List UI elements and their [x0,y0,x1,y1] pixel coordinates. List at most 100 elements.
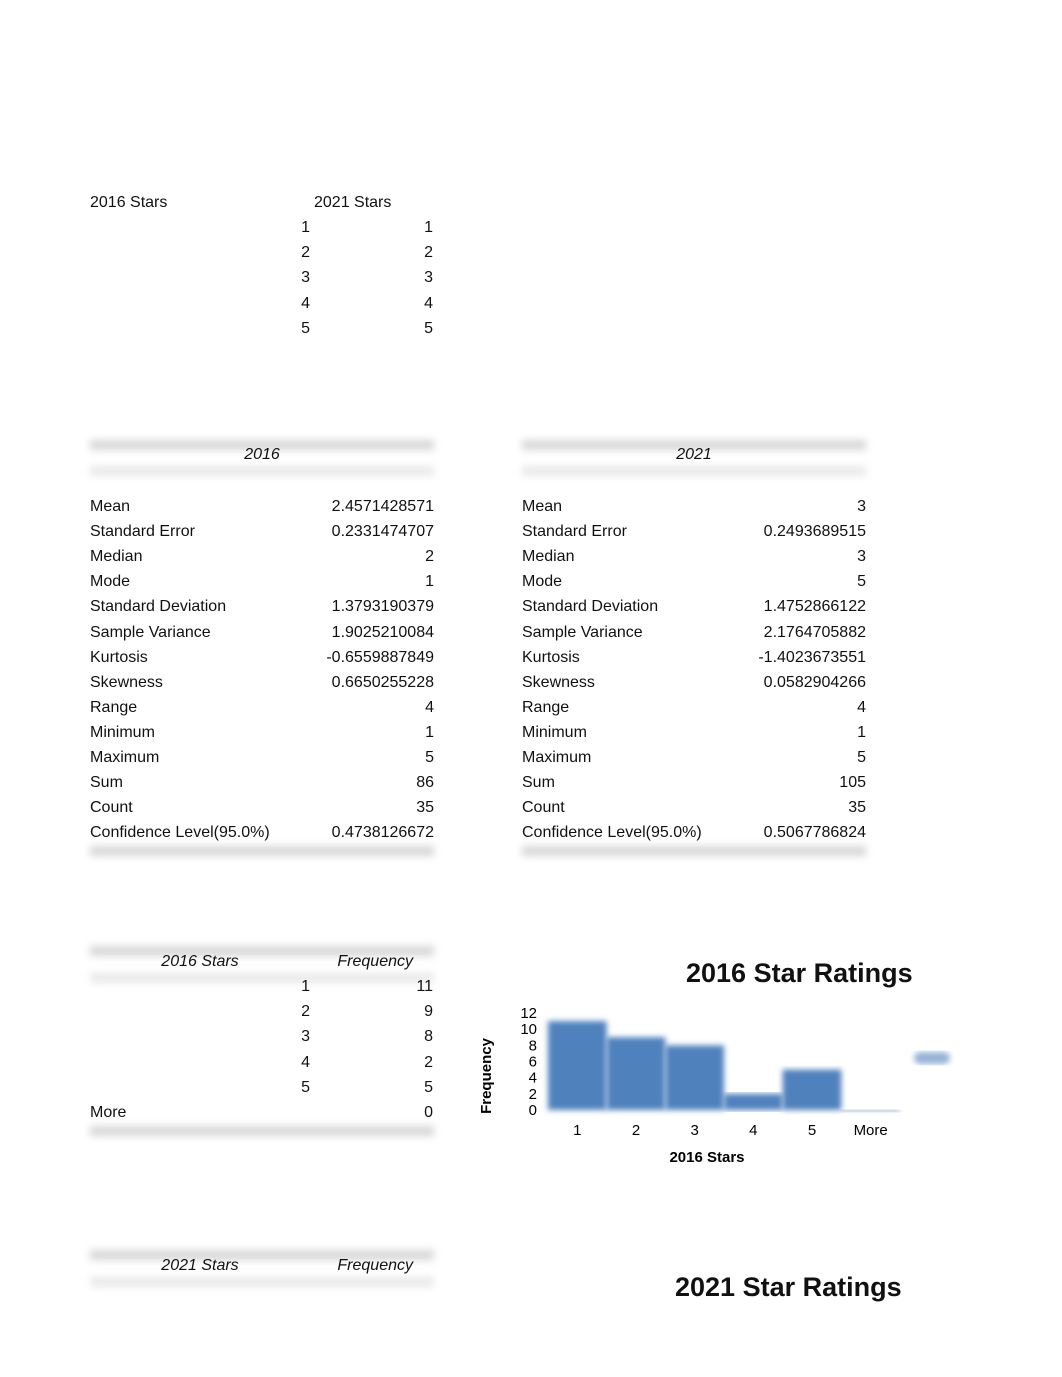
stat-value: 0.6650255228 [331,673,434,691]
stat-label: Skewness [522,673,595,691]
freq-count: 9 [424,1003,433,1021]
stat-label: Kurtosis [522,648,580,666]
freq-bin: 5 [301,1078,310,1096]
x-axis-label: 2016 Stars [669,1149,744,1166]
input-2016-value: 5 [301,319,310,337]
stat-value: 1.9025210084 [331,623,434,641]
freq-bin: 4 [301,1053,310,1071]
stat-value: 2 [425,548,434,566]
freq-2021-header-stars: 2021 Stars [161,1257,239,1274]
y-tick-label: 12 [520,1005,537,1022]
stat-label: Mean [522,498,563,515]
stat-label: Minimum [522,723,587,741]
freq-count: 0 [424,1104,433,1121]
input-header-2016: 2016 Stars [90,194,168,211]
stat-value: 1 [425,573,434,591]
stat-label: Sum [522,774,555,792]
stat-value: 1 [425,723,434,741]
stat-label: Mean [90,498,131,515]
stat-value: 0.2331474707 [331,523,434,541]
stat-value: 5 [857,749,866,766]
freq-2016-header-frequency: Frequency [337,953,413,970]
stat-label: Sum [90,774,123,792]
stat-value: 1 [857,723,866,741]
stat-label: Maximum [90,749,160,766]
stat-label: Kurtosis [90,648,148,666]
stat-label: Standard Deviation [522,598,659,616]
freq-count: 5 [424,1078,433,1096]
histogram-2016: 1 2 3 4 5 More0246810122016 StarsFrequency [478,1005,950,1166]
stat-value: 105 [839,774,866,792]
stat-value: 1.4752866122 [763,598,866,616]
stat-value: 3 [857,498,866,515]
stats-2021-title: 2021 [676,446,712,463]
input-2016-value: 3 [301,269,310,287]
freq-count: 2 [424,1053,433,1071]
y-tick-label: 10 [520,1021,537,1038]
freq-bin: 3 [301,1028,310,1046]
stat-value: 86 [416,774,434,792]
freq-2016-header-stars: 2016 Stars [161,953,239,970]
input-2016-value: 2 [301,244,310,262]
input-2021-value: 5 [424,319,433,337]
input-2016-value: 1 [301,219,310,236]
freq-count: 8 [424,1028,433,1046]
input-2021-value: 1 [424,219,433,236]
stat-label: Range [522,698,570,716]
y-tick-label: 0 [529,1102,537,1119]
stat-label: Standard Error [90,523,195,541]
stat-value: 1.3793190379 [331,598,434,616]
stat-value: 3 [857,548,866,566]
stat-value: 35 [416,799,434,817]
y-axis-label: Frequency [478,1037,495,1114]
chart-2016-title: 2016 Star Ratings [686,958,913,988]
stat-value: 5 [425,749,434,766]
stat-value: -0.6559887849 [326,648,434,666]
x-tick-label: More [854,1122,888,1139]
stat-label: Sample Variance [90,623,211,641]
freq-bin: 1 [301,978,310,995]
x-tick-label: 3 [690,1122,698,1139]
y-tick-label: 2 [529,1086,537,1103]
input-header-2021: 2021 Stars [314,194,392,211]
histogram-bar [841,1110,900,1112]
x-tick-label: 5 [808,1122,816,1139]
x-tick-label: 1 [573,1122,581,1139]
stat-label: Maximum [522,749,592,766]
x-tick-label: 2 [632,1122,640,1139]
y-tick-label: 6 [529,1054,537,1071]
stat-label: Minimum [90,723,155,741]
stat-value: 35 [848,799,866,817]
stat-value: -1.4023673551 [758,648,866,666]
stat-label: Count [90,799,133,817]
stat-value: 0.0582904266 [763,673,866,691]
stat-label: Count [522,799,565,817]
histogram-bar [665,1045,724,1110]
freq-bin: More [90,1104,127,1121]
stat-label: Skewness [90,673,163,691]
freq-2021-header-frequency: Frequency [337,1257,413,1274]
histogram-bar [606,1037,666,1110]
freq-count: 11 [416,978,433,995]
chart-2021-title: 2021 Star Ratings [675,1272,902,1302]
input-2016-value: 4 [301,294,310,312]
y-tick-label: 4 [529,1070,537,1087]
stat-value: 4 [857,698,866,716]
histogram-bar [548,1021,607,1110]
freq-bin: 2 [301,1003,310,1021]
stat-value: 0.5067786824 [763,824,866,842]
x-tick-label: 4 [749,1122,757,1139]
stat-label: Median [522,548,575,566]
stat-label: Range [90,698,138,716]
stat-value: 2.1764705882 [763,623,866,641]
input-2021-value: 4 [424,294,433,312]
stat-label: Median [90,548,143,566]
spreadsheet-page: 2016 Stars 2021 Stars 1122334455 2016 20… [0,0,1062,1377]
input-2021-value: 3 [424,269,433,287]
stat-label: Standard Error [522,523,627,541]
stat-label: Mode [90,573,131,591]
stat-value: 5 [857,573,866,591]
legend-swatch [914,1052,950,1064]
stat-value: 2.4571428571 [331,498,434,515]
stats-2016-title: 2016 [244,446,280,463]
